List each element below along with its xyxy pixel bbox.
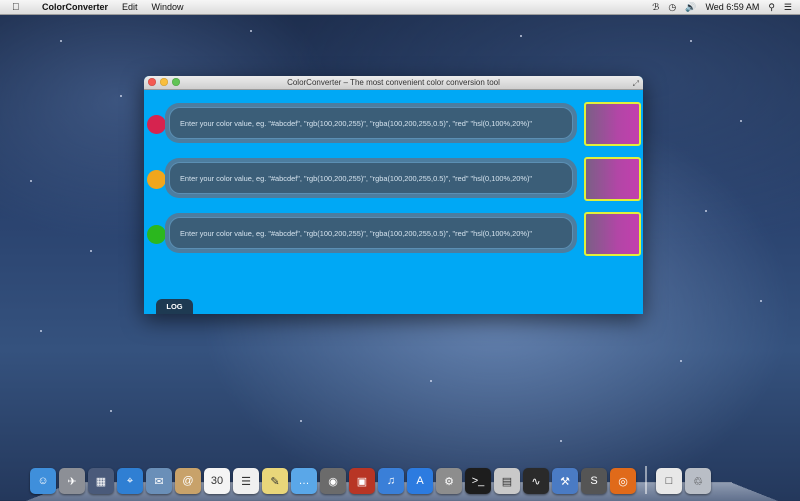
safari-icon[interactable]: ⌖ bbox=[117, 468, 143, 494]
menu-app-name[interactable]: ColorConverter bbox=[42, 2, 108, 12]
volume-icon[interactable]: 🔊 bbox=[685, 2, 696, 13]
minimize-button[interactable] bbox=[160, 78, 168, 86]
status-dot-green bbox=[147, 225, 166, 244]
color-preview-swatch-3[interactable] bbox=[584, 212, 641, 256]
itunes-icon[interactable]: ♫ bbox=[378, 468, 404, 494]
time-machine-icon[interactable]: ◷ bbox=[668, 2, 676, 13]
color-input-1[interactable]: Enter your color value, eg. "#abcdef", "… bbox=[165, 103, 577, 143]
system-preferences-icon[interactable]: ⚙ bbox=[436, 468, 462, 494]
window-controls bbox=[148, 78, 180, 86]
app-window: ColorConverter – The most convenient col… bbox=[144, 76, 643, 314]
clock[interactable]: Wed 6:59 AM bbox=[705, 2, 759, 12]
zoom-button[interactable] bbox=[172, 78, 180, 86]
colorconverter-icon[interactable]: ◎ bbox=[610, 468, 636, 494]
dock: ☺ ✈ ▦ ⌖ ✉ @30 ☰ ✎… ◉ ▣ ♫ A ⚙ >_ ▤ ∿ ⚒ S ◎ □ ♲ bbox=[30, 460, 775, 494]
log-tab[interactable]: LOG bbox=[156, 299, 193, 314]
status-area: ℬ ◷ 🔊 Wed 6:59 AM ⚲ ☰ bbox=[652, 0, 792, 14]
color-input-placeholder[interactable]: Enter your color value, eg. "#abcdef", "… bbox=[169, 107, 573, 139]
color-input-2[interactable]: Enter your color value, eg. "#abcdef", "… bbox=[165, 158, 577, 198]
calendar-icon[interactable]: 30 bbox=[204, 468, 230, 494]
bluetooth-icon[interactable]: ℬ bbox=[652, 2, 659, 13]
mission-control-icon[interactable]: ▦ bbox=[88, 468, 114, 494]
title-bar[interactable]: ColorConverter – The most convenient col… bbox=[144, 76, 643, 90]
menu-window[interactable]: Window bbox=[152, 2, 184, 12]
reminders-icon[interactable]: ☰ bbox=[233, 468, 259, 494]
contacts-icon[interactable]: @ bbox=[175, 468, 201, 494]
status-dot-red bbox=[147, 115, 166, 134]
color-preview-swatch-2[interactable] bbox=[584, 157, 641, 201]
finder-icon[interactable]: ☺ bbox=[30, 468, 56, 494]
color-row-1: Enter your color value, eg. "#abcdef", "… bbox=[144, 102, 643, 146]
notes-icon[interactable]: ✎ bbox=[262, 468, 288, 494]
color-row-2: Enter your color value, eg. "#abcdef", "… bbox=[144, 157, 643, 201]
sublime-icon[interactable]: S bbox=[581, 468, 607, 494]
dock-separator bbox=[645, 466, 647, 494]
terminal-icon[interactable]: >_ bbox=[465, 468, 491, 494]
mail-icon[interactable]: ✉ bbox=[146, 468, 172, 494]
close-button[interactable] bbox=[148, 78, 156, 86]
photo-booth-icon[interactable]: ▣ bbox=[349, 468, 375, 494]
menu-edit[interactable]: Edit bbox=[122, 2, 138, 12]
list-icon[interactable]: ☰ bbox=[784, 2, 792, 13]
app-store-icon[interactable]: A bbox=[407, 468, 433, 494]
xcode-icon[interactable]: ⚒ bbox=[552, 468, 578, 494]
facetime-icon[interactable]: ◉ bbox=[320, 468, 346, 494]
color-row-3: Enter your color value, eg. "#abcdef", "… bbox=[144, 212, 643, 256]
launchpad-icon[interactable]: ✈ bbox=[59, 468, 85, 494]
menu-bar:  ColorConverter Edit Window ℬ ◷ 🔊 Wed 6… bbox=[0, 0, 800, 15]
messages-icon[interactable]: … bbox=[291, 468, 317, 494]
activity-monitor-icon[interactable]: ∿ bbox=[523, 468, 549, 494]
search-icon[interactable]: ⚲ bbox=[768, 2, 775, 13]
trash-icon[interactable]: ♲ bbox=[685, 468, 711, 494]
documents-stack-icon[interactable]: □ bbox=[656, 468, 682, 494]
preview-icon[interactable]: ▤ bbox=[494, 468, 520, 494]
apple-icon[interactable]:  bbox=[12, 2, 24, 13]
color-input-3[interactable]: Enter your color value, eg. "#abcdef", "… bbox=[165, 213, 577, 253]
window-title: ColorConverter – The most convenient col… bbox=[287, 78, 500, 87]
color-input-placeholder[interactable]: Enter your color value, eg. "#abcdef", "… bbox=[169, 217, 573, 249]
fullscreen-icon[interactable]: ⤢ bbox=[633, 77, 639, 90]
color-input-placeholder[interactable]: Enter your color value, eg. "#abcdef", "… bbox=[169, 162, 573, 194]
color-preview-swatch-1[interactable] bbox=[584, 102, 641, 146]
status-dot-orange bbox=[147, 170, 166, 189]
